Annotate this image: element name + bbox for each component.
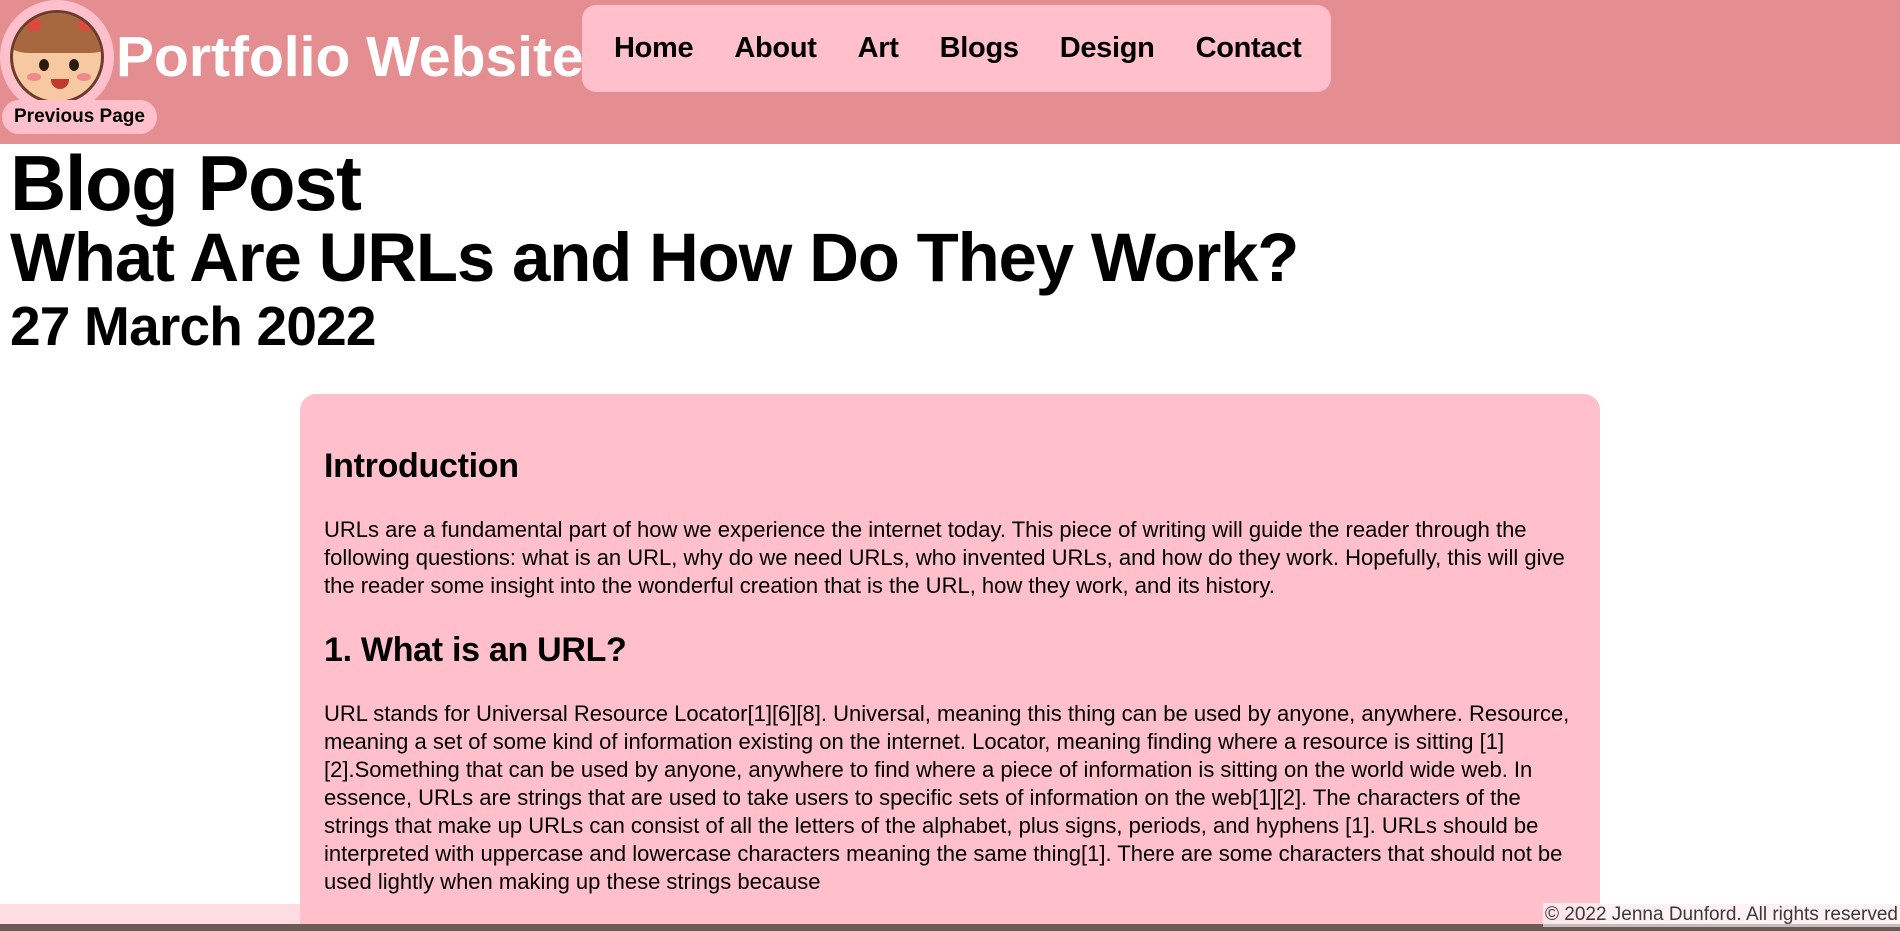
post-headings: Blog Post What Are URLs and How Do They … — [10, 139, 1299, 358]
avatar-logo[interactable] — [0, 0, 114, 114]
previous-page-button[interactable]: Previous Page — [2, 100, 157, 134]
page-title: Blog Post — [10, 139, 362, 227]
site-header: Portfolio Website Home About Art Blogs D… — [0, 0, 1900, 144]
footer-copyright: © 2022 Jenna Dunford. All rights reserve… — [1542, 903, 1900, 927]
main-nav: Home About Art Blogs Design Contact — [582, 5, 1331, 92]
avatar-illustration — [10, 10, 104, 104]
post-title: What Are URLs and How Do They Work? — [10, 219, 1299, 296]
post-date: 27 March 2022 — [10, 295, 376, 357]
nav-art[interactable]: Art — [858, 32, 899, 65]
nav-contact[interactable]: Contact — [1196, 32, 1302, 65]
section1-paragraph: URL stands for Universal Resource Locato… — [324, 701, 1570, 894]
article-card: Introduction URLs are a fundamental part… — [300, 394, 1600, 931]
site-title: Portfolio Website — [116, 25, 584, 89]
nav-home[interactable]: Home — [614, 32, 694, 65]
intro-paragraph: URLs are a fundamental part of how we ex… — [324, 517, 1565, 598]
section1-heading: 1. What is an URL? — [324, 631, 627, 669]
intro-heading: Introduction — [324, 447, 519, 485]
nav-blogs[interactable]: Blogs — [940, 32, 1019, 65]
nav-about[interactable]: About — [734, 32, 817, 65]
nav-design[interactable]: Design — [1060, 32, 1155, 65]
